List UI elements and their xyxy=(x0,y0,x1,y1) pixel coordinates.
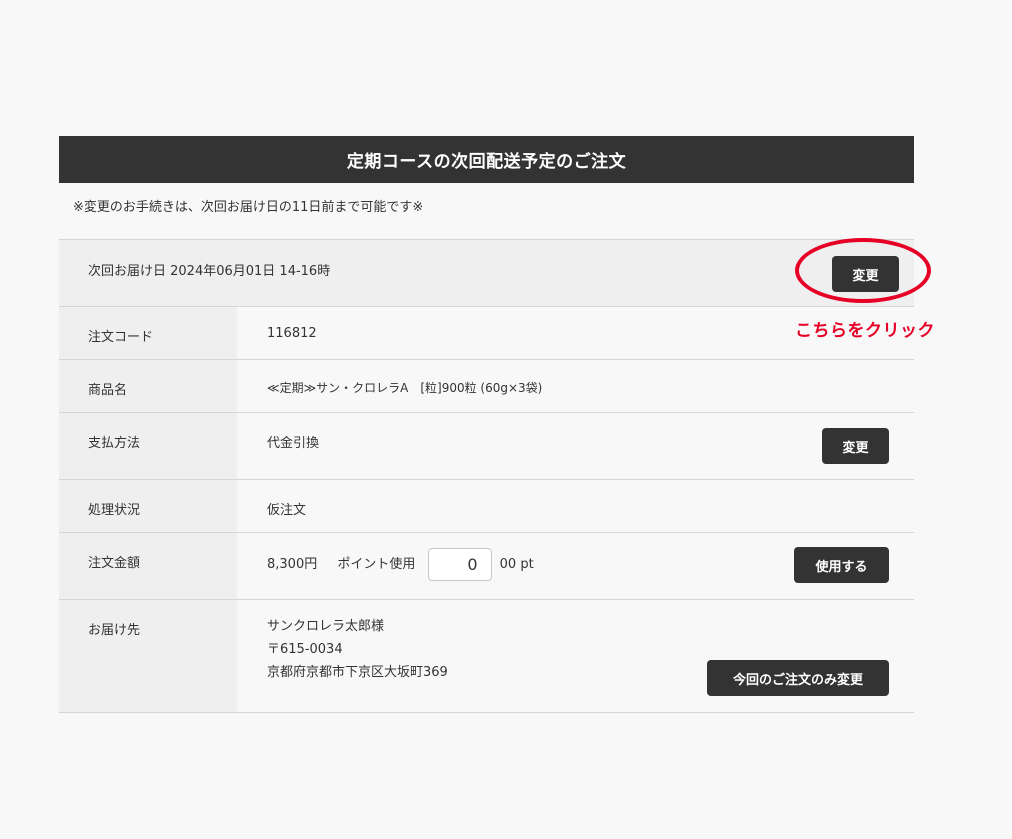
status-label: 処理状況 xyxy=(59,480,237,532)
points-label: ポイント使用 xyxy=(337,557,416,572)
change-deadline-notice: ※変更のお手続きは、次回お届け日の11日前まで可能です※ xyxy=(59,183,914,240)
change-this-order-only-button[interactable]: 今回のご注文のみ変更 xyxy=(707,660,889,696)
destination-row: お届け先 サンクロレラ太郎様 〒615-0034 京都府京都市下京区大坂町369… xyxy=(59,600,914,713)
change-payment-button[interactable]: 変更 xyxy=(822,428,889,464)
payment-value-cell: 代金引換 変更 xyxy=(237,413,914,479)
next-delivery-date: 次回お届け日 2024年06月01日 14-16時 xyxy=(88,264,331,279)
use-points-button[interactable]: 使用する xyxy=(794,547,889,583)
amount-row: 注文金額 8,300円 ポイント使用 0 00 pt 使用する xyxy=(59,533,914,600)
amount-price: 8,300円 xyxy=(267,557,318,572)
product-row: 商品名 ≪定期≫サン・クロレラA [粒]900粒 (60g×3袋) xyxy=(59,360,914,413)
payment-row: 支払方法 代金引換 変更 xyxy=(59,413,914,480)
order-code-row: 注文コード 116812 xyxy=(59,307,914,360)
amount-label: 注文金額 xyxy=(59,533,237,599)
order-code-label: 注文コード xyxy=(59,307,237,359)
status-row: 処理状況 仮注文 xyxy=(59,480,914,533)
recipient-name: サンクロレラ太郎様 xyxy=(267,619,385,634)
product-value: ≪定期≫サン・クロレラA [粒]900粒 (60g×3袋) xyxy=(237,360,914,412)
status-value: 仮注文 xyxy=(237,480,914,532)
points-unit: 00 pt xyxy=(499,557,534,572)
payment-label: 支払方法 xyxy=(59,413,237,479)
destination-value-cell: サンクロレラ太郎様 〒615-0034 京都府京都市下京区大坂町369 今回のご… xyxy=(237,600,914,712)
product-label: 商品名 xyxy=(59,360,237,412)
points-input[interactable]: 0 xyxy=(427,548,492,581)
postal-code: 〒615-0034 xyxy=(267,642,343,657)
amount-value-cell: 8,300円 ポイント使用 0 00 pt 使用する xyxy=(237,533,914,599)
page-title: 定期コースの次回配送予定のご注文 xyxy=(59,136,914,183)
click-here-annotation: こちらをクリック xyxy=(795,321,935,341)
destination-label: お届け先 xyxy=(59,600,237,712)
order-panel: 定期コースの次回配送予定のご注文 ※変更のお手続きは、次回お届け日の11日前まで… xyxy=(59,136,914,713)
next-delivery-row: 次回お届け日 2024年06月01日 14-16時 変更 xyxy=(59,240,914,307)
payment-value: 代金引換 xyxy=(267,436,320,451)
highlight-circle xyxy=(795,238,931,303)
